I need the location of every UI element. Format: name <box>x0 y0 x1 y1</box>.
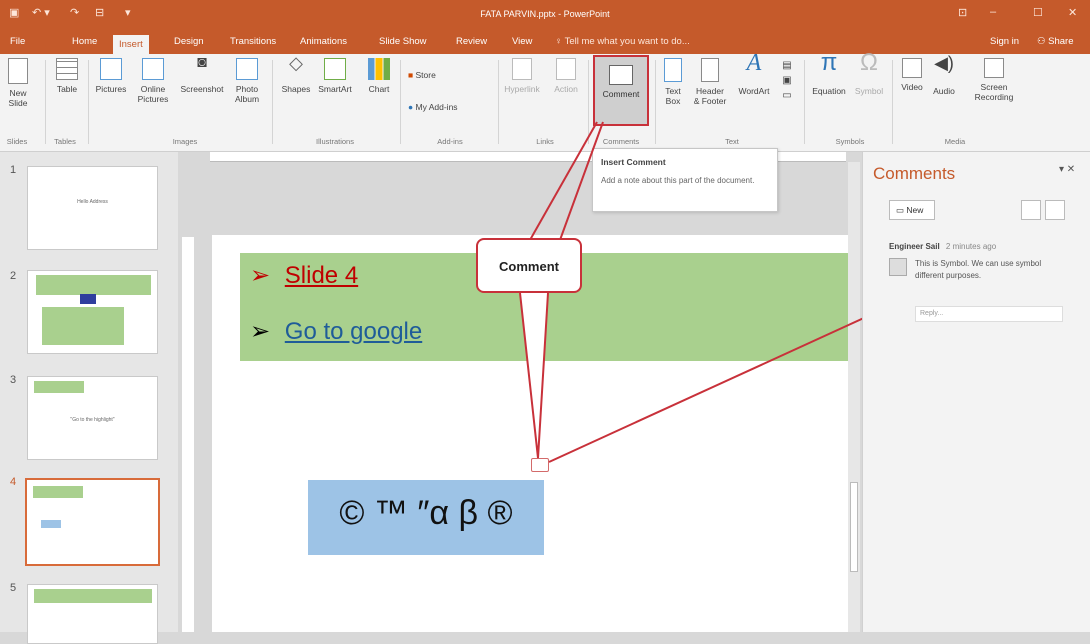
callout-pointer <box>519 292 549 459</box>
reply-input[interactable]: Reply... <box>915 306 1063 322</box>
callout-line-a <box>529 121 598 241</box>
comments-pane: Comments ▾ ✕ ▭ New Engineer Sail 2 minut… <box>862 152 1090 632</box>
next-comment-button[interactable] <box>1045 200 1065 220</box>
new-comment-label: New <box>906 205 924 215</box>
previous-comment-button[interactable] <box>1021 200 1041 220</box>
callout-line-b <box>559 121 604 241</box>
new-comment-button[interactable]: ▭ New <box>889 200 935 220</box>
pane-options-icon[interactable]: ▾ ✕ <box>1059 164 1075 175</box>
comment-time: 2 minutes ago <box>945 242 997 251</box>
new-comment-icon: ▭ <box>896 205 905 215</box>
comment-text: This is Symbol. We can use symbol differ… <box>915 259 1042 280</box>
comment-callout: Comment <box>476 238 582 293</box>
comments-header: Comments <box>873 164 956 183</box>
comment-meta: Engineer Sail 2 minutes ago <box>889 242 996 251</box>
avatar <box>889 258 907 276</box>
comment-author: Engineer Sail <box>889 242 940 251</box>
arrow-to-comment-line <box>548 305 891 463</box>
